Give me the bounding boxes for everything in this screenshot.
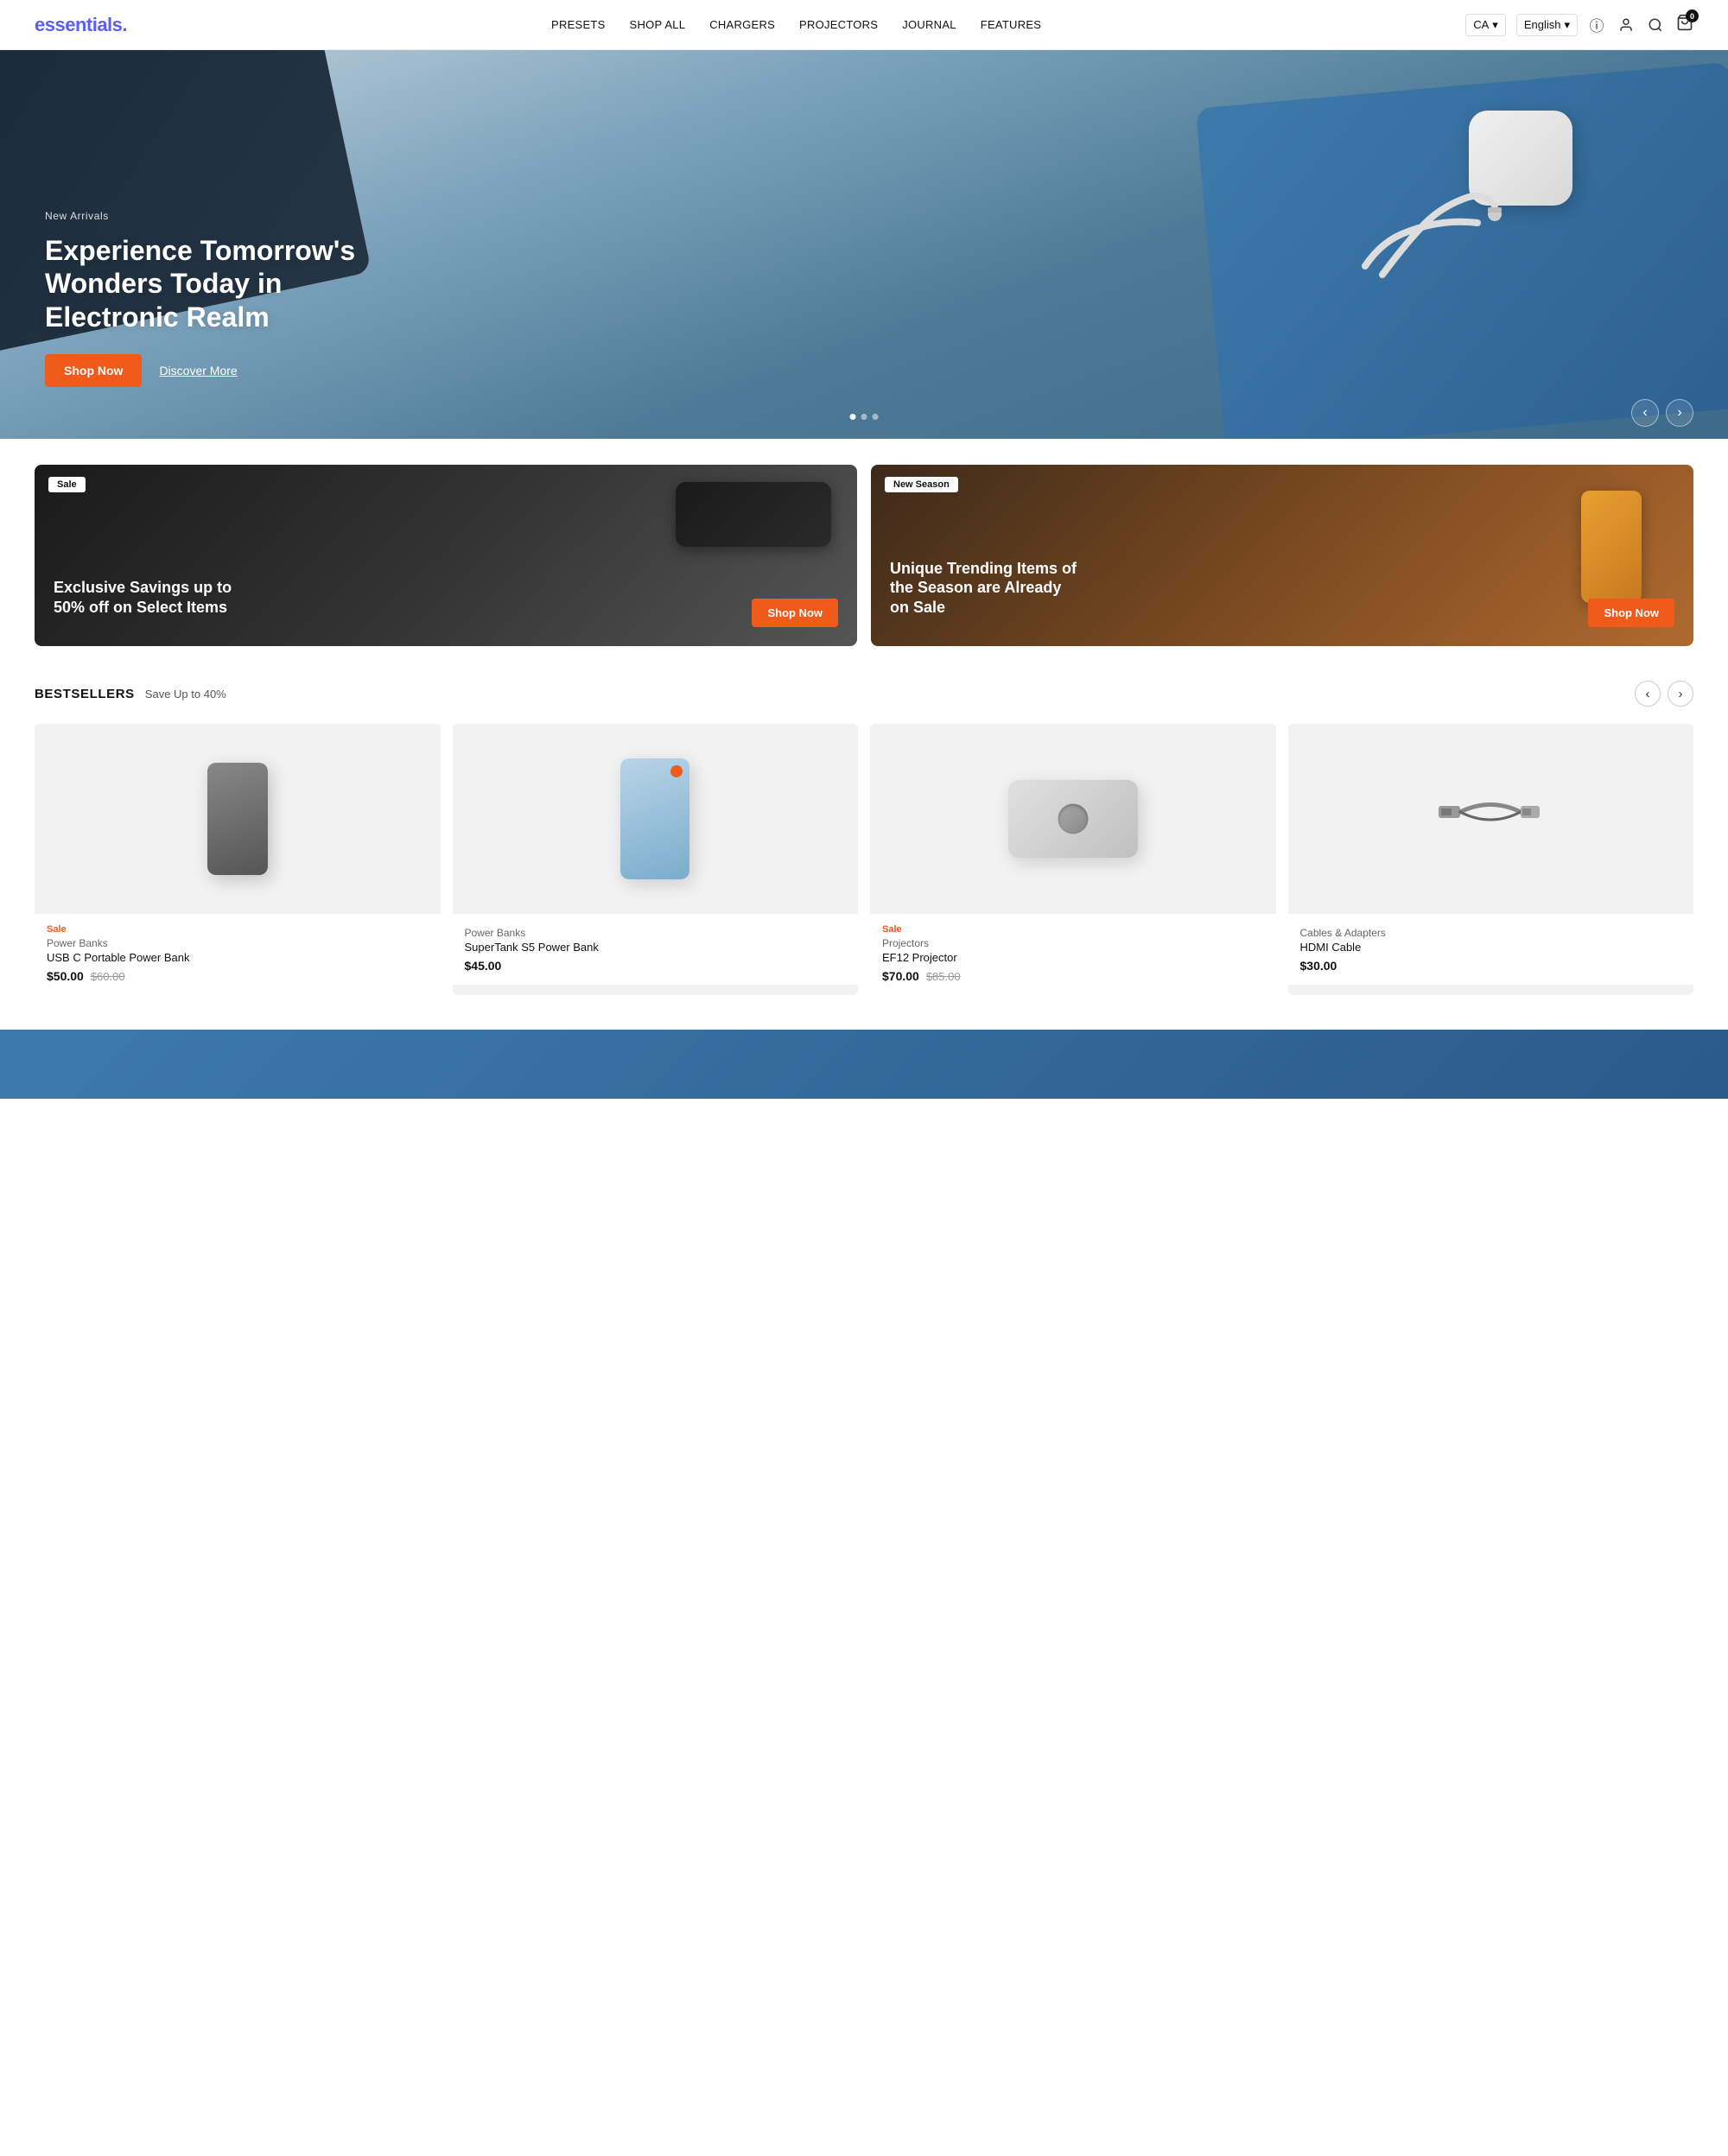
product-image-3 <box>870 724 1276 914</box>
product-name-1: USB C Portable Power Bank <box>47 951 429 964</box>
chevron-down-icon: ▾ <box>1492 18 1498 32</box>
bestsellers-navigation: ‹ › <box>1635 681 1693 707</box>
product-prices-2: $45.00 <box>465 959 847 973</box>
bestsellers-section: BESTSELLERS Save Up to 40% ‹ › Sale Powe… <box>0 672 1728 1021</box>
country-selector[interactable]: CA ▾ <box>1465 14 1506 36</box>
product-info-2: Power Banks SuperTank S5 Power Bank $45.… <box>453 914 859 985</box>
product-visual-powerbank-rect <box>207 763 268 875</box>
footer-strip <box>0 1030 1728 1099</box>
product-price-current-4: $30.00 <box>1300 959 1337 973</box>
logo[interactable]: essentials. <box>35 14 127 36</box>
product-category-4: Cables & Adapters <box>1300 927 1682 939</box>
product-sale-badge-1: Sale <box>47 924 429 935</box>
language-selector[interactable]: English ▾ <box>1516 14 1578 36</box>
header-icons: ⓘ 0 <box>1588 14 1693 35</box>
hero-section: New Arrivals Experience Tomorrow's Wonde… <box>0 50 1728 439</box>
product-card-1[interactable]: Sale Power Banks USB C Portable Power Ba… <box>35 724 441 995</box>
promo-new-season-badge: New Season <box>885 477 958 492</box>
product-category-1: Power Banks <box>47 937 429 949</box>
promo-card-sale[interactable]: Sale Exclusive Savings up to 50% off on … <box>35 465 857 646</box>
language-label: English <box>1524 18 1561 31</box>
hero-navigation: ‹ › <box>1631 399 1693 427</box>
nav-chargers[interactable]: CHARGERS <box>709 18 775 31</box>
product-category-2: Power Banks <box>465 927 847 939</box>
promo-left-content: Exclusive Savings up to 50% off on Selec… <box>54 578 244 627</box>
product-image-2 <box>453 724 859 914</box>
product-name-3: EF12 Projector <box>882 951 1264 964</box>
product-name-4: HDMI Cable <box>1300 941 1682 954</box>
promo-right-text: Unique Trending Items of the Season are … <box>890 559 1080 618</box>
product-price-current-3: $70.00 <box>882 969 919 983</box>
bestsellers-prev-button[interactable]: ‹ <box>1635 681 1661 707</box>
product-price-original-3: $85.00 <box>926 970 961 983</box>
nav-journal[interactable]: JOURNAL <box>902 18 956 31</box>
promo-left-shop-button[interactable]: Shop Now <box>752 599 838 627</box>
bestsellers-title: BESTSELLERS <box>35 687 135 701</box>
hero-dot-2[interactable] <box>861 414 867 420</box>
hero-shop-now-button[interactable]: Shop Now <box>45 354 142 387</box>
product-image-4 <box>1288 724 1694 914</box>
info-icon[interactable]: ⓘ <box>1588 16 1605 34</box>
promo-left-text: Exclusive Savings up to 50% off on Selec… <box>54 578 244 617</box>
product-name-2: SuperTank S5 Power Bank <box>465 941 847 954</box>
promo-card-new-season[interactable]: New Season Unique Trending Items of the … <box>871 465 1693 646</box>
bestsellers-title-group: BESTSELLERS Save Up to 40% <box>35 687 226 701</box>
product-prices-3: $70.00 $85.00 <box>882 969 1264 983</box>
hero-actions: Shop Now Discover More <box>45 354 391 387</box>
promo-product-phone <box>1581 491 1642 603</box>
product-visual-powerbank-blue <box>620 758 689 879</box>
product-info-1: Sale Power Banks USB C Portable Power Ba… <box>35 914 441 995</box>
header: essentials. PRESETS SHOP ALL CHARGERS PR… <box>0 0 1728 50</box>
product-category-3: Projectors <box>882 937 1264 949</box>
cart-icon[interactable]: 0 <box>1676 14 1693 35</box>
product-card-4[interactable]: Cables & Adapters HDMI Cable $30.00 <box>1288 724 1694 995</box>
product-card-2[interactable]: Power Banks SuperTank S5 Power Bank $45.… <box>453 724 859 995</box>
promo-right-content: Unique Trending Items of the Season are … <box>890 559 1080 628</box>
hero-content: New Arrivals Experience Tomorrow's Wonde… <box>45 210 391 387</box>
promo-product-powerbank <box>676 482 831 547</box>
product-info-4: Cables & Adapters HDMI Cable $30.00 <box>1288 914 1694 985</box>
header-right: CA ▾ English ▾ ⓘ <box>1465 14 1693 36</box>
nav-presets[interactable]: PRESETS <box>551 18 606 31</box>
hero-prev-button[interactable]: ‹ <box>1631 399 1659 427</box>
bestsellers-subtitle: Save Up to 40% <box>145 688 226 701</box>
hero-next-button[interactable]: › <box>1666 399 1693 427</box>
search-icon[interactable] <box>1647 16 1664 34</box>
product-info-3: Sale Projectors EF12 Projector $70.00 $8… <box>870 914 1276 995</box>
product-prices-1: $50.00 $60.00 <box>47 969 429 983</box>
hero-dot-3[interactable] <box>873 414 879 420</box>
product-visual-projector <box>1008 780 1138 858</box>
hero-dot-1[interactable] <box>850 414 856 420</box>
product-visual-cable <box>1434 780 1547 858</box>
nav-projectors[interactable]: PROJECTORS <box>799 18 878 31</box>
main-nav: PRESETS SHOP ALL CHARGERS PROJECTORS JOU… <box>551 18 1041 31</box>
hero-title: Experience Tomorrow's Wonders Today in E… <box>45 234 391 333</box>
hero-badge: New Arrivals <box>45 210 391 222</box>
cart-count: 0 <box>1686 10 1699 22</box>
nav-features[interactable]: FEATURES <box>981 18 1041 31</box>
account-icon[interactable] <box>1617 16 1635 34</box>
bestsellers-header: BESTSELLERS Save Up to 40% ‹ › <box>35 681 1693 707</box>
product-price-current-2: $45.00 <box>465 959 502 973</box>
bestsellers-next-button[interactable]: › <box>1668 681 1693 707</box>
product-prices-4: $30.00 <box>1300 959 1682 973</box>
hero-product-visual <box>1313 93 1590 335</box>
cable-coil <box>1339 154 1512 292</box>
product-sale-badge-3: Sale <box>882 924 1264 935</box>
nav-shop-all[interactable]: SHOP ALL <box>630 18 686 31</box>
promo-section: Sale Exclusive Savings up to 50% off on … <box>0 439 1728 672</box>
hero-dots <box>850 414 879 420</box>
hero-discover-more-button[interactable]: Discover More <box>159 364 237 377</box>
promo-sale-badge: Sale <box>48 477 86 492</box>
promo-right-shop-button[interactable]: Shop Now <box>1588 599 1674 627</box>
products-grid: Sale Power Banks USB C Portable Power Ba… <box>35 724 1693 995</box>
product-card-3[interactable]: Sale Projectors EF12 Projector $70.00 $8… <box>870 724 1276 995</box>
chevron-down-icon: ▾ <box>1564 18 1570 32</box>
country-label: CA <box>1473 18 1489 31</box>
product-price-current-1: $50.00 <box>47 969 84 983</box>
product-price-original-1: $60.00 <box>91 970 125 983</box>
product-image-1 <box>35 724 441 914</box>
